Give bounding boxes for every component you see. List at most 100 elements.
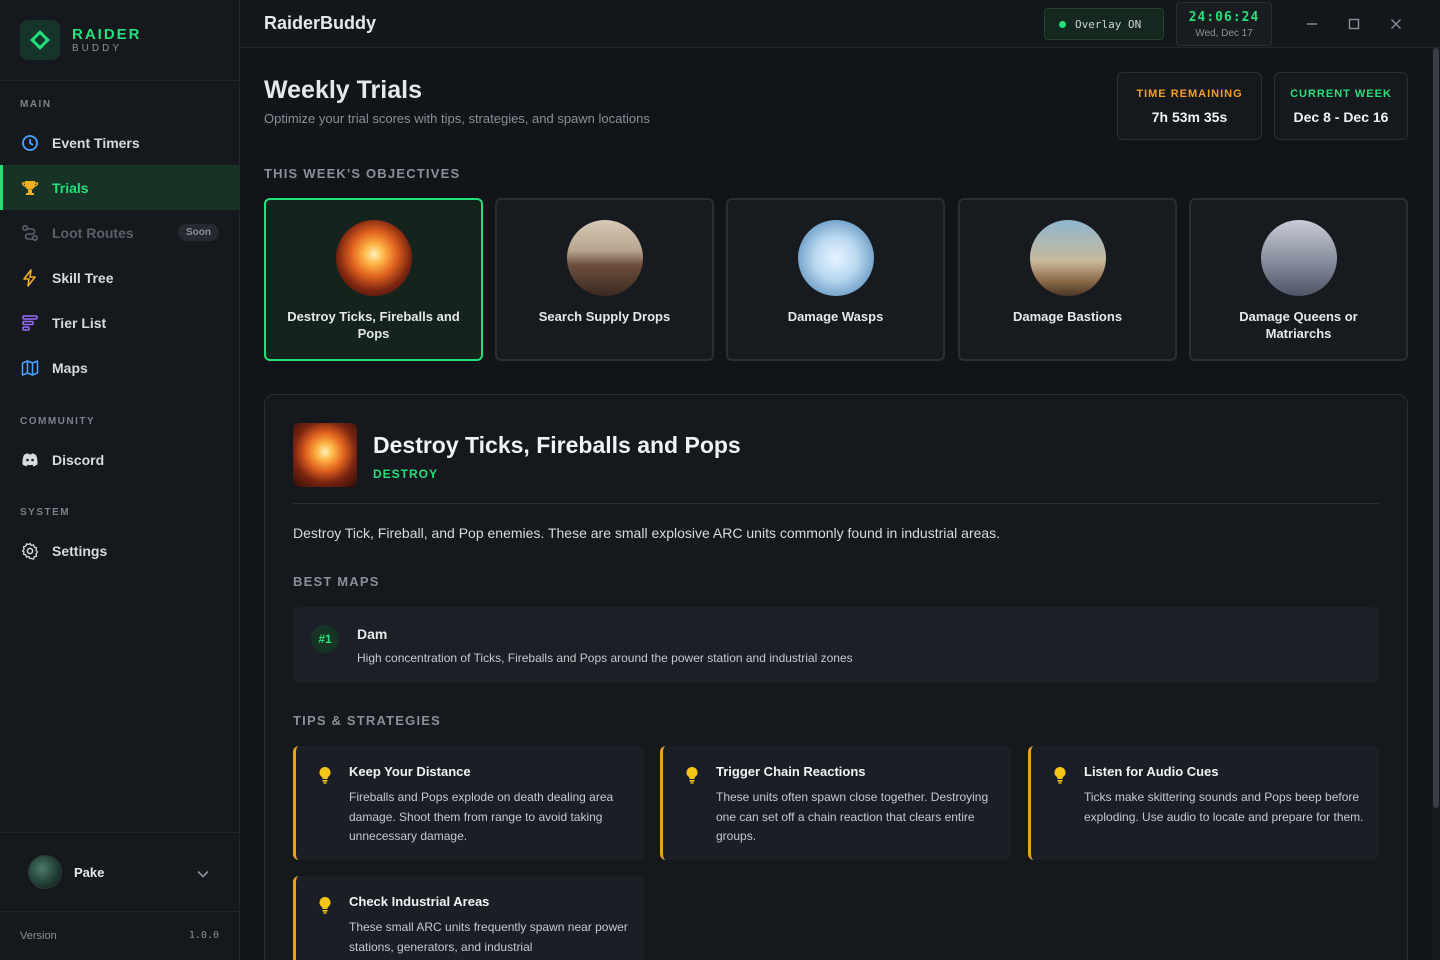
brand-sub: BUDDY bbox=[72, 42, 123, 54]
overlay-status: Overlay ON bbox=[1075, 17, 1142, 31]
overlay-toggle[interactable]: Overlay ON bbox=[1044, 8, 1164, 40]
map-card[interactable]: #1 Dam High concentration of Ticks, Fire… bbox=[293, 607, 1379, 683]
logo-icon bbox=[20, 20, 60, 60]
tip-text: Ticks make skittering sounds and Pops be… bbox=[1084, 790, 1364, 824]
trial-description: Destroy Tick, Fireball, and Pop enemies.… bbox=[293, 525, 1001, 541]
title-bar: RaiderBuddy Overlay ON 24:06:24 Wed, Dec… bbox=[240, 0, 1440, 48]
objective-image bbox=[335, 220, 412, 296]
objective-card-wasps[interactable]: Damage Wasps bbox=[726, 198, 945, 361]
lightbulb-icon bbox=[318, 766, 332, 789]
tip-text: These units often spawn close together. … bbox=[716, 790, 989, 843]
sidebar-item-label: Discord bbox=[52, 451, 105, 468]
lightbulb-icon bbox=[318, 896, 332, 919]
bolt-icon bbox=[20, 268, 40, 288]
objective-image bbox=[1260, 220, 1337, 296]
objective-label: Damage Queens or Matriarchs bbox=[1239, 309, 1358, 341]
page-subtitle: Optimize your trial scores with tips, st… bbox=[264, 111, 650, 126]
trial-category: DESTROY bbox=[373, 467, 439, 481]
close-button[interactable] bbox=[1384, 12, 1408, 36]
trial-image bbox=[293, 423, 357, 487]
tip-card: Keep Your Distance Fireballs and Pops ex… bbox=[293, 746, 644, 860]
minimize-button[interactable] bbox=[1300, 12, 1324, 36]
clock-widget: 24:06:24 Wed, Dec 17 bbox=[1176, 2, 1272, 46]
current-week-card: CURRENT WEEK Dec 8 - Dec 16 bbox=[1274, 72, 1408, 140]
user-name: Pake bbox=[74, 864, 105, 880]
objective-image bbox=[566, 220, 643, 296]
user-menu[interactable]: Pake bbox=[0, 832, 239, 912]
objective-label: Damage Wasps bbox=[787, 309, 884, 324]
brand[interactable]: RAIDER BUDDY bbox=[0, 0, 239, 81]
sidebar-item-discord[interactable]: Discord bbox=[0, 437, 239, 482]
avatar bbox=[28, 855, 62, 889]
minimize-icon bbox=[1307, 23, 1317, 25]
objective-card-destroy-ticks[interactable]: Destroy Ticks, Fireballs and Pops bbox=[264, 198, 483, 361]
scrollbar[interactable] bbox=[1432, 48, 1440, 960]
trophy-icon bbox=[20, 178, 40, 198]
lightbulb-icon bbox=[685, 766, 699, 789]
sidebar-item-tier-list[interactable]: Tier List bbox=[0, 300, 239, 345]
objective-card-supply-drops[interactable]: Search Supply Drops bbox=[495, 198, 714, 361]
best-maps-heading: BEST MAPS bbox=[293, 574, 380, 589]
tip-title: Check Industrial Areas bbox=[349, 894, 490, 909]
map-rank-badge: #1 bbox=[311, 625, 339, 653]
sidebar-item-label: Tier List bbox=[52, 314, 107, 331]
discord-icon bbox=[20, 450, 40, 470]
current-week-value: Dec 8 - Dec 16 bbox=[1293, 109, 1389, 125]
sidebar-item-event-timers[interactable]: Event Timers bbox=[0, 120, 239, 165]
divider bbox=[293, 503, 1379, 504]
objective-label: Destroy Ticks, Fireballs and Pops bbox=[287, 309, 460, 341]
objective-card-queens[interactable]: Damage Queens or Matriarchs bbox=[1189, 198, 1408, 361]
sidebar-item-settings[interactable]: Settings bbox=[0, 528, 239, 573]
sidebar-item-label: Event Timers bbox=[52, 134, 140, 151]
objective-image bbox=[797, 220, 874, 296]
sidebar-item-trials[interactable]: Trials bbox=[0, 165, 239, 210]
section-label-community: COMMUNITY bbox=[20, 416, 96, 427]
objective-card-bastions[interactable]: Damage Bastions bbox=[958, 198, 1177, 361]
sidebar-item-skill-tree[interactable]: Skill Tree bbox=[0, 255, 239, 300]
clock-time: 24:06:24 bbox=[1188, 10, 1260, 25]
sidebar-item-loot-routes[interactable]: Loot Routes Soon bbox=[0, 210, 239, 255]
map-name: Dam bbox=[357, 626, 388, 642]
sidebar-item-label: Settings bbox=[52, 542, 108, 559]
status-dot-icon bbox=[1059, 20, 1066, 28]
clock-icon bbox=[20, 133, 40, 153]
trial-title: Destroy Ticks, Fireballs and Pops bbox=[373, 432, 741, 458]
tip-title: Listen for Audio Cues bbox=[1084, 764, 1219, 779]
version-label: Version bbox=[20, 930, 57, 942]
tip-text: These small ARC units frequently spawn n… bbox=[349, 920, 628, 954]
map-icon bbox=[20, 358, 40, 378]
current-week-label: CURRENT WEEK bbox=[1290, 88, 1392, 100]
soon-badge: Soon bbox=[178, 224, 219, 241]
list-icon bbox=[20, 313, 40, 333]
sidebar-item-maps[interactable]: Maps bbox=[0, 345, 239, 390]
page-title: Weekly Trials bbox=[264, 76, 422, 104]
route-icon bbox=[20, 223, 40, 243]
tip-card: Listen for Audio Cues Ticks make skitter… bbox=[1028, 746, 1379, 860]
tip-card: Check Industrial Areas These small ARC u… bbox=[293, 876, 644, 960]
maximize-button[interactable] bbox=[1342, 12, 1366, 36]
tips-heading: TIPS & STRATEGIES bbox=[293, 713, 442, 728]
close-icon bbox=[1391, 19, 1401, 29]
chevron-down-icon bbox=[197, 865, 209, 883]
sidebar-item-label: Trials bbox=[52, 179, 89, 196]
sidebar-item-label: Loot Routes bbox=[52, 224, 134, 241]
tip-title: Trigger Chain Reactions bbox=[716, 764, 866, 779]
objective-label: Search Supply Drops bbox=[538, 309, 671, 324]
objectives-heading: THIS WEEK'S OBJECTIVES bbox=[264, 166, 461, 181]
app-title: RaiderBuddy bbox=[264, 13, 377, 33]
section-label-system: SYSTEM bbox=[20, 507, 71, 518]
tip-title: Keep Your Distance bbox=[349, 764, 471, 779]
map-description: High concentration of Ticks, Fireballs a… bbox=[357, 651, 853, 665]
time-remaining-value: 7h 53m 35s bbox=[1151, 109, 1228, 125]
version-value: 1.0.0 bbox=[188, 930, 219, 941]
sidebar-item-label: Maps bbox=[52, 359, 88, 376]
brand-name: RAIDER bbox=[72, 25, 142, 43]
maximize-icon bbox=[1348, 18, 1360, 30]
trial-detail-panel: Destroy Ticks, Fireballs and Pops DESTRO… bbox=[264, 394, 1408, 960]
time-remaining-card: TIME REMAINING 7h 53m 35s bbox=[1117, 72, 1262, 140]
scrollbar-thumb[interactable] bbox=[1433, 48, 1439, 808]
tip-text: Fireballs and Pops explode on death deal… bbox=[349, 790, 614, 843]
lightbulb-icon bbox=[1053, 766, 1067, 789]
clock-date: Wed, Dec 17 bbox=[1195, 28, 1253, 39]
section-label-main: MAIN bbox=[20, 99, 52, 110]
